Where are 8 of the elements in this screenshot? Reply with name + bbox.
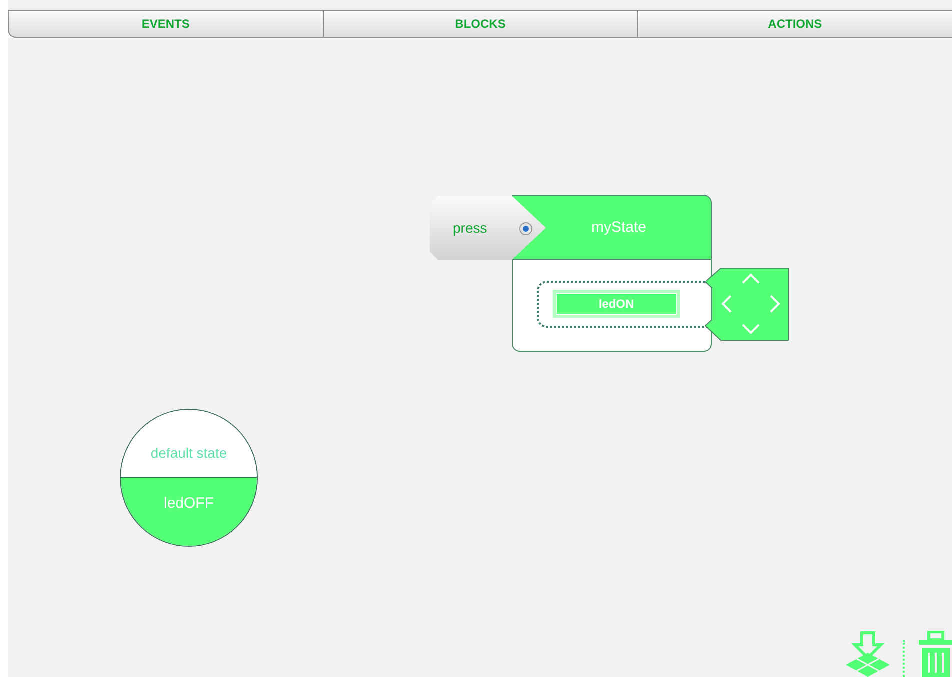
trash-icon[interactable] — [919, 631, 952, 677]
category-tab[interactable]: BLOCKS — [322, 10, 638, 38]
default-state-value: ledOFF — [121, 478, 257, 546]
category-tab[interactable]: ACTIONS — [637, 10, 952, 38]
arrow-pad[interactable] — [705, 268, 789, 341]
download-grid-icon[interactable] — [846, 631, 890, 677]
default-state-label: default state — [121, 410, 257, 478]
category-tab[interactable]: EVENTS — [8, 10, 323, 38]
